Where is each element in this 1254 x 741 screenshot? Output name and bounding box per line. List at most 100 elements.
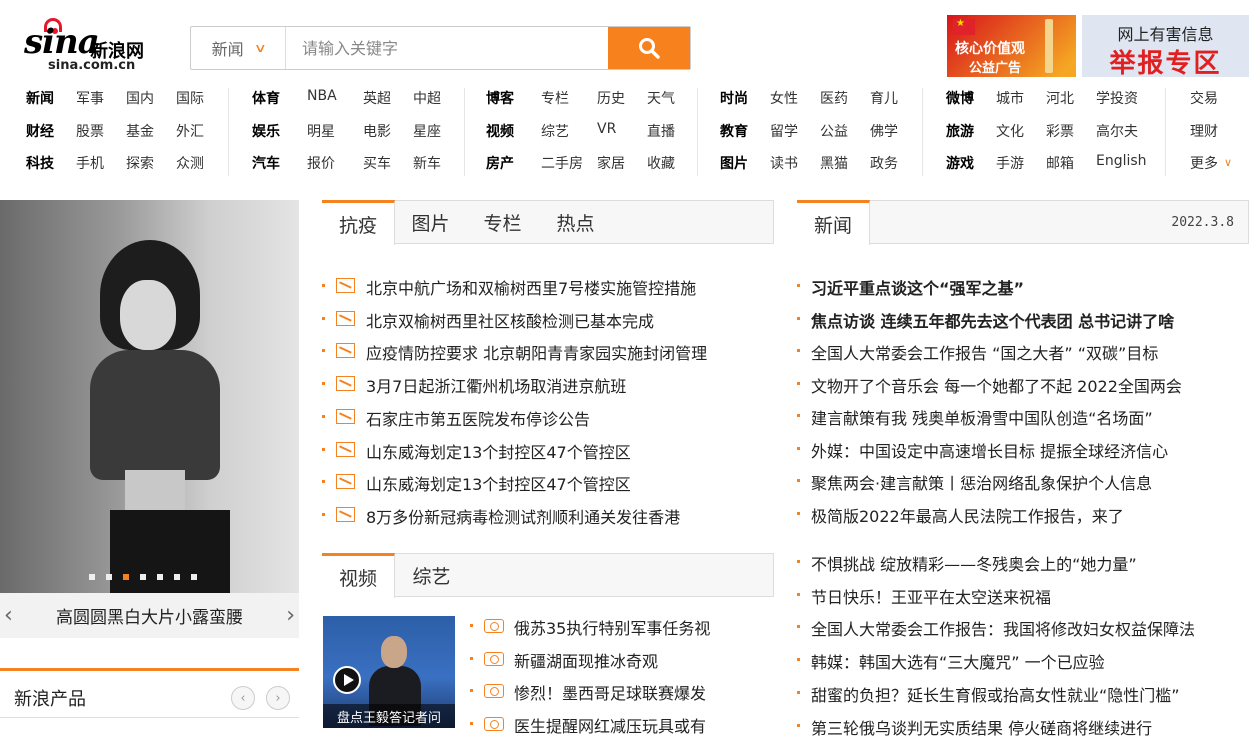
list-item[interactable]: 惨烈！墨西哥足球联赛爆发 <box>470 680 774 703</box>
list-item[interactable]: 焦点访谈 连续五年都先去这个代表团 总书记讲了啥 <box>797 308 1254 331</box>
tab[interactable]: 图片 <box>395 200 466 244</box>
nav-link[interactable]: 留学 <box>770 121 798 141</box>
nav-link[interactable]: 手游 <box>996 153 1024 173</box>
list-item[interactable]: 不惧挑战 绽放精彩——冬残奥会上的“她力量” <box>797 551 1254 574</box>
nav-link[interactable]: 买车 <box>363 153 391 173</box>
nav-link[interactable]: 专栏 <box>541 88 569 108</box>
list-item[interactable]: 节日快乐！王亚平在太空送来祝福 <box>797 584 1254 607</box>
list-item[interactable]: 应疫情防控要求 北京朝阳青青家园实施封闭管理 <box>322 340 774 363</box>
video-thumbnail[interactable]: 盘点王毅答记者问 <box>323 616 455 728</box>
list-item[interactable]: 第三轮俄乌谈判无实质结果 停火磋商将继续进行 <box>797 715 1254 738</box>
nav-link[interactable]: 医药 <box>820 88 848 108</box>
list-item[interactable]: 山东威海划定13个封控区47个管控区 <box>322 439 774 462</box>
chevron-left-icon[interactable]: ‹ <box>4 603 13 628</box>
nav-link[interactable]: 众测 <box>176 153 204 173</box>
list-item[interactable]: 北京双榆树西里社区核酸检测已基本完成 <box>322 308 774 331</box>
nav-link[interactable]: 军事 <box>76 88 104 108</box>
tab[interactable]: 综艺 <box>395 553 468 597</box>
nav-link[interactable]: 微博 <box>946 88 974 108</box>
search-scope-select[interactable]: 新闻 ∨ <box>191 27 286 69</box>
nav-link[interactable]: VR <box>597 121 616 137</box>
nav-link[interactable]: 博客 <box>486 88 514 108</box>
slideshow-dot[interactable] <box>174 574 180 580</box>
nav-link[interactable]: 手机 <box>76 153 104 173</box>
nav-link[interactable]: 科技 <box>26 153 54 173</box>
tab[interactable]: 抗疫 <box>322 200 395 245</box>
list-item[interactable]: 建言献策有我 残奥单板滑雪中国队创造“名场面” <box>797 405 1254 428</box>
sina-logo[interactable]: sina 新浪网 sina.com.cn <box>24 16 164 76</box>
nav-link[interactable]: 英超 <box>363 88 391 108</box>
nav-link[interactable]: 收藏 <box>647 153 675 173</box>
nav-link[interactable]: 探索 <box>126 153 154 173</box>
list-item[interactable]: 北京中航广场和双榆树西里7号楼实施管控措施 <box>322 275 774 298</box>
nav-link[interactable]: 财经 <box>26 121 54 141</box>
list-item[interactable]: 山东威海划定13个封控区47个管控区 <box>322 471 774 494</box>
nav-link[interactable]: 新车 <box>413 153 441 173</box>
nav-link[interactable]: 政务 <box>870 153 898 173</box>
list-item[interactable]: 全国人大常委会工作报告：我国将修改妇女权益保障法 <box>797 616 1254 639</box>
search-button[interactable] <box>608 27 690 69</box>
slideshow-caption[interactable]: ‹ 高圆圆黑白大片小露蛮腰 › <box>0 593 299 638</box>
nav-link[interactable]: 星座 <box>413 121 441 141</box>
core-values-ad[interactable]: ★ 核心价值观 公益广告 <box>947 15 1076 77</box>
list-item[interactable]: 全国人大常委会工作报告 “国之大者” “双碳”目标 <box>797 340 1254 363</box>
nav-link[interactable]: 游戏 <box>946 153 974 173</box>
nav-link[interactable]: 彩票 <box>1046 121 1074 141</box>
nav-link[interactable]: 理财 <box>1190 121 1218 141</box>
nav-link[interactable]: 娱乐 <box>252 121 280 141</box>
nav-link[interactable]: 图片 <box>720 153 748 173</box>
list-item[interactable]: 习近平重点谈这个“强军之基” <box>797 275 1254 298</box>
list-item[interactable]: 俄苏35执行特别军事任务视 <box>470 615 774 638</box>
list-item[interactable]: 韩媒：韩国大选有“三大魔咒” 一个已应验 <box>797 649 1254 672</box>
tab[interactable]: 视频 <box>322 553 395 598</box>
nav-link[interactable]: 综艺 <box>541 121 569 141</box>
nav-link[interactable]: 报价 <box>307 153 335 173</box>
slideshow-dot[interactable] <box>157 574 163 580</box>
nav-link[interactable]: 佛学 <box>870 121 898 141</box>
nav-link[interactable]: English <box>1096 153 1147 169</box>
prev-arrow-icon[interactable]: ‹ <box>231 686 255 710</box>
list-item[interactable]: 新疆湖面现推冰奇观 <box>470 648 774 671</box>
tab-news[interactable]: 新闻 <box>797 200 870 245</box>
nav-link[interactable]: 新闻 <box>26 88 54 108</box>
chevron-right-icon[interactable]: › <box>286 603 295 628</box>
slideshow-dot[interactable] <box>123 574 129 580</box>
nav-link[interactable]: NBA <box>307 88 337 104</box>
nav-more[interactable]: 更多 <box>1190 153 1218 173</box>
slideshow-dot[interactable] <box>89 574 95 580</box>
nav-link[interactable]: 国内 <box>126 88 154 108</box>
list-item[interactable]: 聚焦两会·建言献策丨惩治网络乱象保护个人信息 <box>797 470 1254 493</box>
nav-link[interactable]: 视频 <box>486 121 514 141</box>
nav-link[interactable]: 公益 <box>820 121 848 141</box>
nav-link[interactable]: 天气 <box>647 88 675 108</box>
nav-link[interactable]: 城市 <box>996 88 1024 108</box>
nav-link[interactable]: 育儿 <box>870 88 898 108</box>
nav-link[interactable]: 明星 <box>307 121 335 141</box>
nav-link[interactable]: 直播 <box>647 121 675 141</box>
nav-link[interactable]: 读书 <box>770 153 798 173</box>
nav-link[interactable]: 旅游 <box>946 121 974 141</box>
nav-link[interactable]: 文化 <box>996 121 1024 141</box>
nav-link[interactable]: 女性 <box>770 88 798 108</box>
nav-link[interactable]: 电影 <box>363 121 391 141</box>
list-item[interactable]: 医生提醒网红减压玩具或有 <box>470 713 774 736</box>
list-item[interactable]: 文物开了个音乐会 每一个她都了不起 2022全国两会 <box>797 373 1254 396</box>
nav-link[interactable]: 历史 <box>597 88 625 108</box>
nav-link[interactable]: 房产 <box>486 153 514 173</box>
nav-link[interactable]: 家居 <box>597 153 625 173</box>
nav-link[interactable]: 教育 <box>720 121 748 141</box>
tab[interactable]: 热点 <box>539 200 612 244</box>
nav-link[interactable]: 邮箱 <box>1046 153 1074 173</box>
slideshow-image[interactable] <box>0 200 299 593</box>
list-item[interactable]: 3月7日起浙江衢州机场取消进京航班 <box>322 373 774 396</box>
nav-link[interactable]: 河北 <box>1046 88 1074 108</box>
nav-link[interactable]: 基金 <box>126 121 154 141</box>
nav-link[interactable]: 时尚 <box>720 88 748 108</box>
slideshow-dot[interactable] <box>140 574 146 580</box>
slideshow-dot[interactable] <box>106 574 112 580</box>
play-icon[interactable] <box>333 666 361 694</box>
list-item[interactable]: 8万多份新冠病毒检测试剂顺利通关发往香港 <box>322 504 774 527</box>
nav-link[interactable]: 中超 <box>413 88 441 108</box>
nav-link[interactable]: 国际 <box>176 88 204 108</box>
nav-link[interactable]: 体育 <box>252 88 280 108</box>
